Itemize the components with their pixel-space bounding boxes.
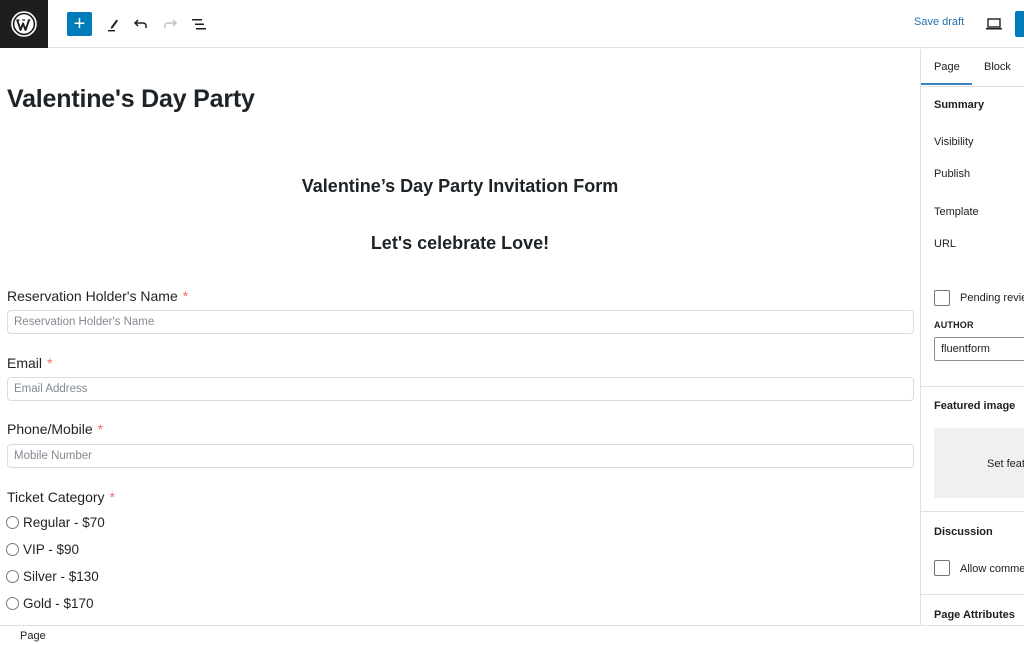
- discussion-heading[interactable]: Discussion: [934, 526, 993, 538]
- ticket-option-gold[interactable]: Gold - $170: [6, 596, 94, 611]
- list-view-button[interactable]: [187, 12, 211, 36]
- ticket-option-vip[interactable]: VIP - $90: [6, 542, 79, 557]
- settings-sidebar: Page Block Summary Visibility Publish Te…: [920, 49, 1024, 625]
- required-mark: *: [109, 489, 115, 505]
- active-tab-indicator: [921, 83, 972, 85]
- undo-icon: [133, 19, 147, 28]
- form-subtitle: Let's celebrate Love!: [370, 233, 550, 253]
- desktop-icon: [986, 18, 1002, 30]
- option-label: VIP - $90: [23, 542, 80, 557]
- add-block-button[interactable]: +: [67, 12, 92, 36]
- redo-button[interactable]: [158, 12, 182, 36]
- editor-footer: Page: [0, 625, 1024, 645]
- summary-heading[interactable]: Summary: [934, 99, 984, 111]
- panel-divider: [921, 594, 1024, 595]
- featured-image-heading[interactable]: Featured image: [934, 400, 1015, 412]
- phone-input[interactable]: Mobile Number: [7, 444, 914, 468]
- page-attributes-heading[interactable]: Page Attributes: [934, 609, 1015, 621]
- name-placeholder: Reservation Holder's Name: [14, 316, 155, 328]
- wordpress-logo-button[interactable]: [0, 0, 48, 48]
- list-view-icon: [192, 19, 206, 30]
- label-text: Email: [7, 355, 43, 371]
- radio-button[interactable]: [6, 597, 19, 610]
- tools-button[interactable]: [101, 12, 125, 36]
- field-label-name: Reservation Holder's Name *: [7, 288, 188, 304]
- author-label: AUTHOR: [934, 320, 974, 330]
- author-select[interactable]: fluentform: [934, 337, 1024, 361]
- url-row: URL: [934, 238, 957, 250]
- redo-icon: [164, 19, 178, 28]
- visibility-row: Visibility: [934, 136, 974, 148]
- post-title[interactable]: Valentine's Day Party: [7, 85, 255, 114]
- email-placeholder: Email Address: [14, 383, 88, 395]
- editor-toolbar: + Save draft: [0, 0, 1024, 48]
- phone-placeholder: Mobile Number: [14, 450, 92, 462]
- author-value: fluentform: [941, 343, 990, 355]
- template-row: Template: [934, 206, 979, 218]
- tab-page[interactable]: Page: [934, 61, 960, 73]
- option-label: Regular - $70: [23, 515, 105, 530]
- pencil-icon: [108, 19, 118, 32]
- panel-divider: [921, 386, 1024, 387]
- field-label-phone: Phone/Mobile *: [7, 421, 103, 437]
- label-text: Phone/Mobile: [7, 421, 93, 437]
- name-input[interactable]: Reservation Holder's Name: [7, 310, 914, 334]
- required-mark: *: [97, 421, 104, 437]
- allow-comments-label: Allow commer: [960, 563, 1024, 575]
- ticket-option-regular[interactable]: Regular - $70: [6, 515, 105, 530]
- set-featured-image-label: Set feat: [987, 458, 1024, 470]
- pending-review-checkbox[interactable]: [934, 290, 950, 306]
- form-title: Valentine’s Day Party Invitation Form: [301, 176, 619, 196]
- field-label-email: Email *: [7, 355, 52, 371]
- editor-canvas: Valentine's Day Party Valentine’s Day Pa…: [0, 49, 920, 625]
- required-mark: *: [182, 288, 189, 304]
- label-text: Reservation Holder's Name: [7, 288, 178, 304]
- ticket-option-silver[interactable]: Silver - $130: [6, 569, 99, 584]
- field-label-ticket: Ticket Category *: [7, 489, 115, 505]
- plus-icon: +: [73, 13, 86, 35]
- option-label: Gold - $170: [23, 596, 94, 611]
- required-mark: *: [47, 355, 53, 371]
- radio-button[interactable]: [6, 570, 19, 583]
- breadcrumb-page[interactable]: Page: [20, 630, 46, 642]
- email-input[interactable]: Email Address: [7, 377, 914, 401]
- label-text: Ticket Category: [7, 489, 105, 505]
- radio-button[interactable]: [6, 543, 19, 556]
- tab-block[interactable]: Block: [984, 61, 1011, 73]
- pending-review-label: Pending revie: [960, 292, 1024, 304]
- publish-row: Publish: [934, 168, 971, 180]
- undo-button[interactable]: [129, 12, 153, 36]
- allow-comments-checkbox[interactable]: [934, 560, 950, 576]
- publish-button[interactable]: [1015, 11, 1024, 37]
- preview-button[interactable]: [984, 14, 1004, 34]
- radio-button[interactable]: [6, 516, 19, 529]
- option-label: Silver - $130: [23, 569, 99, 584]
- tab-divider: [921, 86, 1024, 87]
- panel-divider: [921, 511, 1024, 512]
- save-draft-button[interactable]: Save draft: [914, 16, 964, 28]
- wordpress-logo-icon: [11, 11, 37, 37]
